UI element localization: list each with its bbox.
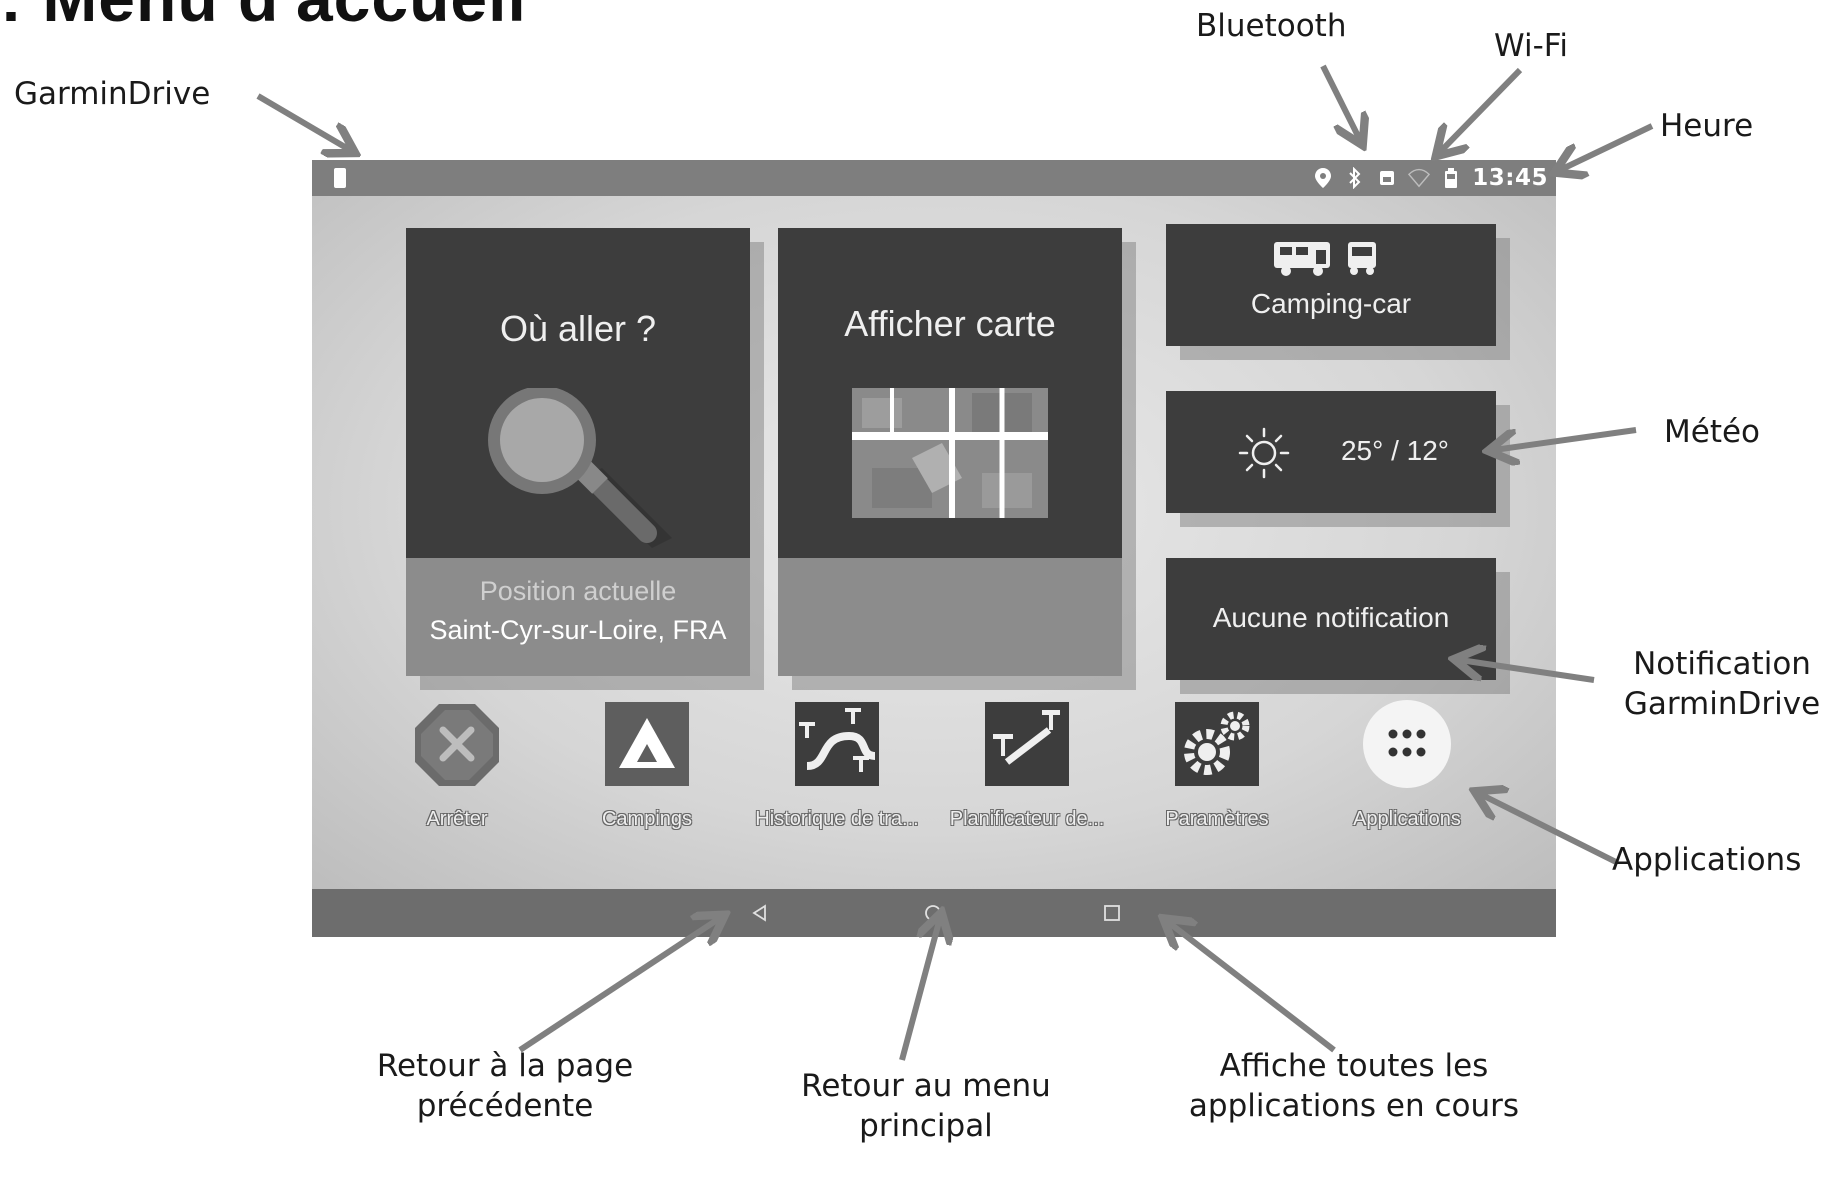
back-icon [752,904,766,922]
app-label: Paramètres [1165,808,1269,830]
page-title: : Menu d'accueil [0,0,527,36]
app-label: Arrêter [426,808,488,830]
callout-notification-line2: GarminDrive [1623,686,1821,723]
app-stop[interactable]: Arrêter [362,684,552,834]
callout-back: Retour à la page précédente [360,1046,650,1127]
notifications-label: Aucune notification [1212,602,1450,633]
app-launcher-row: Arrêter Campings Historique de tra... Pl… [362,684,1512,834]
app-label: Applications [1353,808,1461,830]
vehicle-icon [1274,242,1376,276]
back-button[interactable] [736,889,784,937]
bluetooth-icon [1344,167,1366,189]
device-screen: 13:45 Où aller ? Position actuelle Saint… [312,160,1556,937]
app-trip-planner[interactable]: Planificateur de... [932,684,1122,834]
search-icon [488,388,672,548]
app-label: Campings [601,808,693,830]
recent-apps-button[interactable] [1088,889,1136,937]
app-applications[interactable]: Applications [1312,684,1502,834]
vehicle-profile-tile[interactable]: Camping-car [1166,224,1496,346]
app-trip-history[interactable]: Historique de tra... [742,684,932,834]
home-icon [925,905,941,921]
callout-wifi: Wi-Fi [1494,28,1568,64]
callout-heure: Heure [1660,108,1754,144]
home-button[interactable] [909,889,957,937]
callout-notification: Notification GarminDrive [1612,644,1832,725]
app-label: Planificateur de... [949,808,1105,830]
stop-icon [415,704,499,786]
current-position: Position actuelle Saint-Cyr-sur-Loire, F… [406,558,750,676]
callout-recent: Affiche toutes les applications en cours [1184,1046,1524,1127]
wifi-icon [1408,167,1431,189]
vehicle-profile-label: Camping-car [1250,288,1412,319]
navigation-bar [312,889,1556,937]
weather-label: 25° / 12° [1340,435,1450,466]
view-map-tile[interactable]: Afficher carte [778,228,1122,676]
map-icon [852,388,1048,518]
callout-back-line1: Retour à la page [376,1048,634,1084]
callout-applications: Applications [1612,842,1802,878]
settings-icon [1175,702,1259,786]
callout-meteo: Météo [1664,414,1761,450]
camping-icon [605,702,689,786]
app-campings[interactable]: Campings [552,684,742,834]
where-to-tile[interactable]: Où aller ? Position actuelle Saint-Cyr-s… [406,228,750,676]
garmindrive-icon[interactable] [334,168,346,188]
trip-history-icon [795,702,879,786]
sim-icon [1376,167,1398,189]
battery-icon [1440,167,1462,189]
callout-back-line2: précédente [416,1088,594,1125]
notifications-tile[interactable]: Aucune notification [1166,558,1496,680]
current-position-label: Position actuelle [479,576,677,606]
callout-notification-line1: Notification [1633,646,1811,682]
callout-home-line1: Retour au menu [801,1068,1051,1104]
recent-apps-icon [1104,905,1120,921]
callout-home-line2: principal [859,1108,993,1145]
where-to-title: Où aller ? [499,308,657,349]
callout-garmindrive: GarminDrive [14,76,211,112]
view-map-title: Afficher carte [844,303,1056,344]
trip-planner-icon [985,702,1069,786]
current-position-value: Saint-Cyr-sur-Loire, FRA [429,615,727,645]
callout-home: Retour au menu principal [776,1066,1076,1147]
apps-grid-icon [1363,700,1451,788]
callout-recent-line1: Affiche toutes les [1219,1048,1489,1084]
weather-tile[interactable]: 25° / 12° [1166,391,1496,513]
location-icon [1312,167,1334,189]
app-settings[interactable]: Paramètres [1122,684,1312,834]
callout-bluetooth: Bluetooth [1196,8,1347,44]
status-icons: 13:45 [1312,164,1548,192]
callout-recent-line2: applications en cours [1188,1088,1520,1125]
view-map-footer [778,558,1122,676]
status-bar: 13:45 [312,160,1556,196]
clock: 13:45 [1472,165,1548,191]
app-label: Historique de tra... [755,808,919,830]
